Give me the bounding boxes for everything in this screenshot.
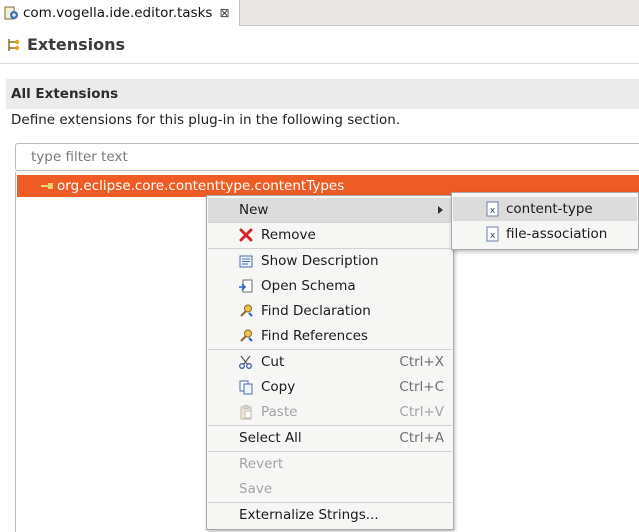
menu-item-revert: Revert — [208, 452, 452, 476]
submenu-item-file-association[interactable]: x file-association — [453, 222, 637, 246]
copy-icon — [238, 379, 254, 395]
menu-item-label: Select All — [239, 430, 302, 446]
extension-point-icon — [41, 180, 55, 192]
extensions-icon — [6, 37, 22, 53]
menu-item-select-all[interactable]: Select All Ctrl+A — [208, 426, 452, 450]
menu-item-find-references[interactable]: Find References — [208, 324, 452, 348]
menu-item-open-schema[interactable]: Open Schema — [208, 274, 452, 298]
section-description: Define extensions for this plug-in in th… — [11, 112, 401, 128]
menu-item-label: New — [239, 202, 269, 218]
svg-text:x: x — [490, 231, 496, 241]
page-header: Extensions — [0, 26, 639, 64]
editor-tab-bar: com.vogella.ide.editor.tasks ⊠ — [0, 0, 639, 26]
menu-item-label: Cut — [261, 354, 285, 370]
context-menu: New Remove Show Description Open Schema … — [206, 195, 454, 530]
plugin-manifest-icon — [3, 5, 19, 21]
menu-item-new[interactable]: New — [208, 198, 452, 222]
menu-item-label: Remove — [261, 227, 316, 243]
find-icon — [238, 328, 254, 344]
description-icon — [238, 253, 254, 269]
filter-input[interactable] — [15, 143, 639, 171]
menu-item-shortcut: Ctrl+V — [399, 404, 444, 420]
submenu-item-label: content-type — [506, 201, 593, 217]
xml-element-icon: x — [486, 201, 500, 217]
menu-item-save: Save — [208, 477, 452, 501]
section-title: All Extensions — [11, 86, 119, 102]
menu-item-copy[interactable]: Copy Ctrl+C — [208, 375, 452, 399]
find-icon — [238, 303, 254, 319]
menu-item-show-description[interactable]: Show Description — [208, 249, 452, 273]
menu-item-label: Copy — [261, 379, 296, 395]
menu-item-label: Save — [239, 481, 273, 497]
menu-item-label: Find References — [261, 328, 368, 344]
new-submenu: x content-type x file-association — [451, 192, 639, 250]
section-header[interactable]: All Extensions — [6, 79, 639, 109]
menu-item-shortcut: Ctrl+A — [399, 430, 444, 446]
paste-icon — [238, 404, 254, 420]
submenu-arrow-icon — [438, 206, 443, 214]
submenu-item-label: file-association — [506, 226, 608, 242]
scissors-icon — [238, 354, 254, 370]
menu-item-externalize-strings[interactable]: Externalize Strings... — [208, 503, 452, 527]
close-icon[interactable]: ⊠ — [219, 7, 229, 19]
menu-item-label: Revert — [239, 456, 284, 472]
xml-element-icon: x — [486, 226, 500, 242]
menu-item-label: Find Declaration — [261, 303, 371, 319]
menu-item-label: Show Description — [261, 253, 379, 269]
remove-icon — [238, 227, 254, 243]
menu-item-shortcut: Ctrl+X — [399, 354, 444, 370]
page-title: Extensions — [27, 35, 126, 54]
submenu-item-content-type[interactable]: x content-type — [453, 197, 637, 221]
menu-item-shortcut: Ctrl+C — [399, 379, 444, 395]
menu-item-paste: Paste Ctrl+V — [208, 400, 452, 424]
tree-item-label: org.eclipse.core.contenttype.contentType… — [57, 178, 345, 194]
svg-text:x: x — [490, 206, 496, 216]
menu-item-label: Externalize Strings... — [239, 507, 379, 523]
menu-item-find-declaration[interactable]: Find Declaration — [208, 299, 452, 323]
schema-icon — [238, 278, 254, 294]
editor-tab[interactable]: com.vogella.ide.editor.tasks ⊠ — [0, 0, 240, 26]
menu-item-remove[interactable]: Remove — [208, 223, 452, 247]
menu-item-label: Open Schema — [261, 278, 356, 294]
menu-item-cut[interactable]: Cut Ctrl+X — [208, 350, 452, 374]
menu-item-label: Paste — [261, 404, 298, 420]
tab-title: com.vogella.ide.editor.tasks — [23, 5, 213, 21]
